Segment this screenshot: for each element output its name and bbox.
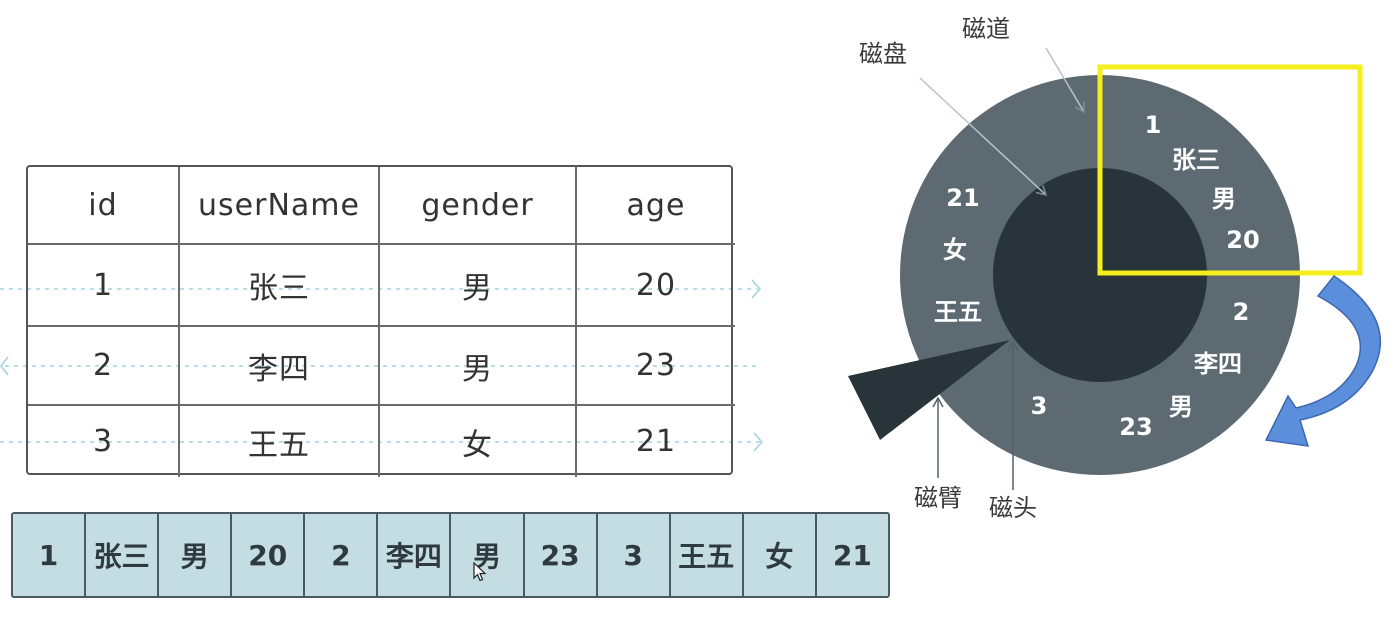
platter-label: 磁盘 — [859, 40, 907, 68]
ring-text: 1 — [1145, 111, 1162, 139]
ring-text: 男 — [1169, 393, 1193, 421]
ring-text: 张三 — [1172, 146, 1220, 174]
ring-text: 2 — [1233, 298, 1250, 326]
ring-text: 3 — [1031, 392, 1048, 420]
ring-text: 23 — [1119, 413, 1152, 441]
ring-text: 王五 — [934, 298, 982, 326]
head-label: 磁头 — [989, 494, 1037, 522]
ring-text: 女 — [943, 236, 967, 264]
disk-diagram: 1 张三 男 20 2 李四 男 23 3 王五 女 21 磁道 磁盘 磁臂 磁… — [848, 15, 1381, 522]
ring-text: 20 — [1226, 226, 1259, 254]
ring-text: 男 — [1212, 185, 1236, 213]
ring-text: 21 — [946, 184, 979, 212]
arm-label: 磁臂 — [914, 484, 962, 512]
track-label: 磁道 — [962, 15, 1010, 43]
ring-text: 李四 — [1194, 350, 1242, 378]
